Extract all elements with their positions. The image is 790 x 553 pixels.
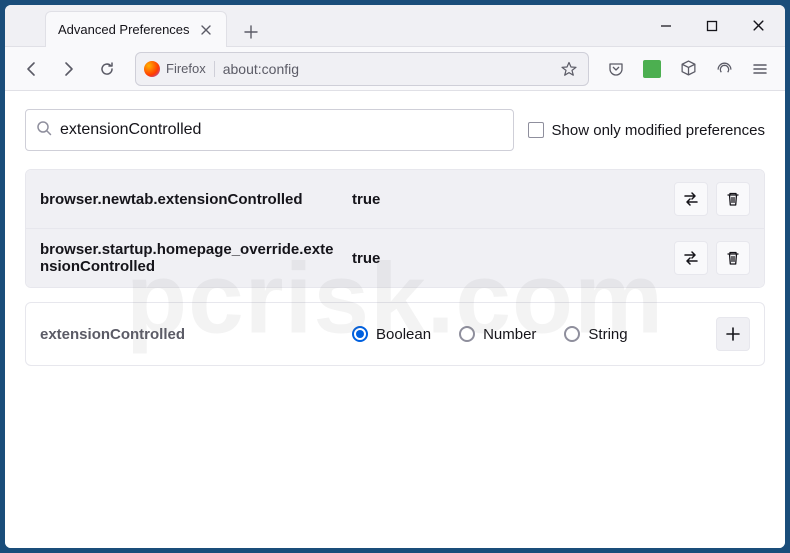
delete-button[interactable] <box>716 241 750 275</box>
preference-actions <box>674 241 750 275</box>
radio-string[interactable]: String <box>564 326 627 343</box>
forward-button[interactable] <box>53 53 85 85</box>
toggle-button[interactable] <box>674 182 708 216</box>
new-preference-row: extensionControlled Boolean Number Strin… <box>25 302 765 366</box>
bookmark-star-icon[interactable] <box>558 58 580 80</box>
window-close-button[interactable] <box>735 7 781 45</box>
identity-label: Firefox <box>166 61 206 76</box>
back-button[interactable] <box>15 53 47 85</box>
checkbox-icon <box>528 122 544 138</box>
preference-value: true <box>352 250 662 267</box>
search-icon <box>36 120 52 141</box>
delete-button[interactable] <box>716 182 750 216</box>
toggle-button[interactable] <box>674 241 708 275</box>
pocket-icon[interactable] <box>601 54 631 84</box>
radio-icon <box>352 326 368 342</box>
preference-row: browser.newtab.extensionControlled true <box>26 170 764 228</box>
content-area: Show only modified preferences browser.n… <box>5 91 785 548</box>
radio-icon <box>459 326 475 342</box>
url-text[interactable]: about:config <box>223 61 550 77</box>
firefox-logo-icon <box>144 61 160 77</box>
radio-icon <box>564 326 580 342</box>
inbox-icon[interactable] <box>673 54 703 84</box>
identity-box[interactable]: Firefox <box>144 61 215 77</box>
title-bar: Advanced Preferences <box>5 5 785 47</box>
radio-boolean[interactable]: Boolean <box>352 326 431 343</box>
url-bar[interactable]: Firefox about:config <box>135 52 589 86</box>
navigation-toolbar: Firefox about:config <box>5 47 785 91</box>
preference-name: browser.newtab.extensionControlled <box>40 191 340 208</box>
tab-title: Advanced Preferences <box>58 22 190 37</box>
app-menu-icon[interactable] <box>745 54 775 84</box>
new-preference-name: extensionControlled <box>40 326 340 343</box>
tab-active[interactable]: Advanced Preferences <box>45 11 227 47</box>
show-modified-checkbox[interactable]: Show only modified preferences <box>528 122 765 139</box>
preference-name: browser.startup.homepage_override.extens… <box>40 241 340 275</box>
type-radio-group: Boolean Number String <box>352 326 704 343</box>
extension-icon[interactable] <box>637 54 667 84</box>
window-controls <box>643 7 781 45</box>
minimize-button[interactable] <box>643 7 689 45</box>
shield-icon[interactable] <box>709 54 739 84</box>
search-row: Show only modified preferences <box>25 109 765 151</box>
preference-actions <box>674 182 750 216</box>
maximize-button[interactable] <box>689 7 735 45</box>
search-box[interactable] <box>25 109 514 151</box>
tab-strip: Advanced Preferences <box>5 5 643 46</box>
new-tab-button[interactable] <box>237 18 265 46</box>
radio-number[interactable]: Number <box>459 326 536 343</box>
toolbar-icons <box>601 54 775 84</box>
show-modified-label: Show only modified preferences <box>552 122 765 139</box>
browser-window: Advanced Preferences <box>5 5 785 548</box>
radio-label: Boolean <box>376 326 431 343</box>
radio-label: String <box>588 326 627 343</box>
preference-row: browser.startup.homepage_override.extens… <box>26 228 764 287</box>
radio-label: Number <box>483 326 536 343</box>
preference-value: true <box>352 191 662 208</box>
close-tab-icon[interactable] <box>198 22 214 38</box>
search-input[interactable] <box>60 121 503 139</box>
add-preference-button[interactable] <box>716 317 750 351</box>
preference-list: browser.newtab.extensionControlled true … <box>25 169 765 288</box>
reload-button[interactable] <box>91 53 123 85</box>
